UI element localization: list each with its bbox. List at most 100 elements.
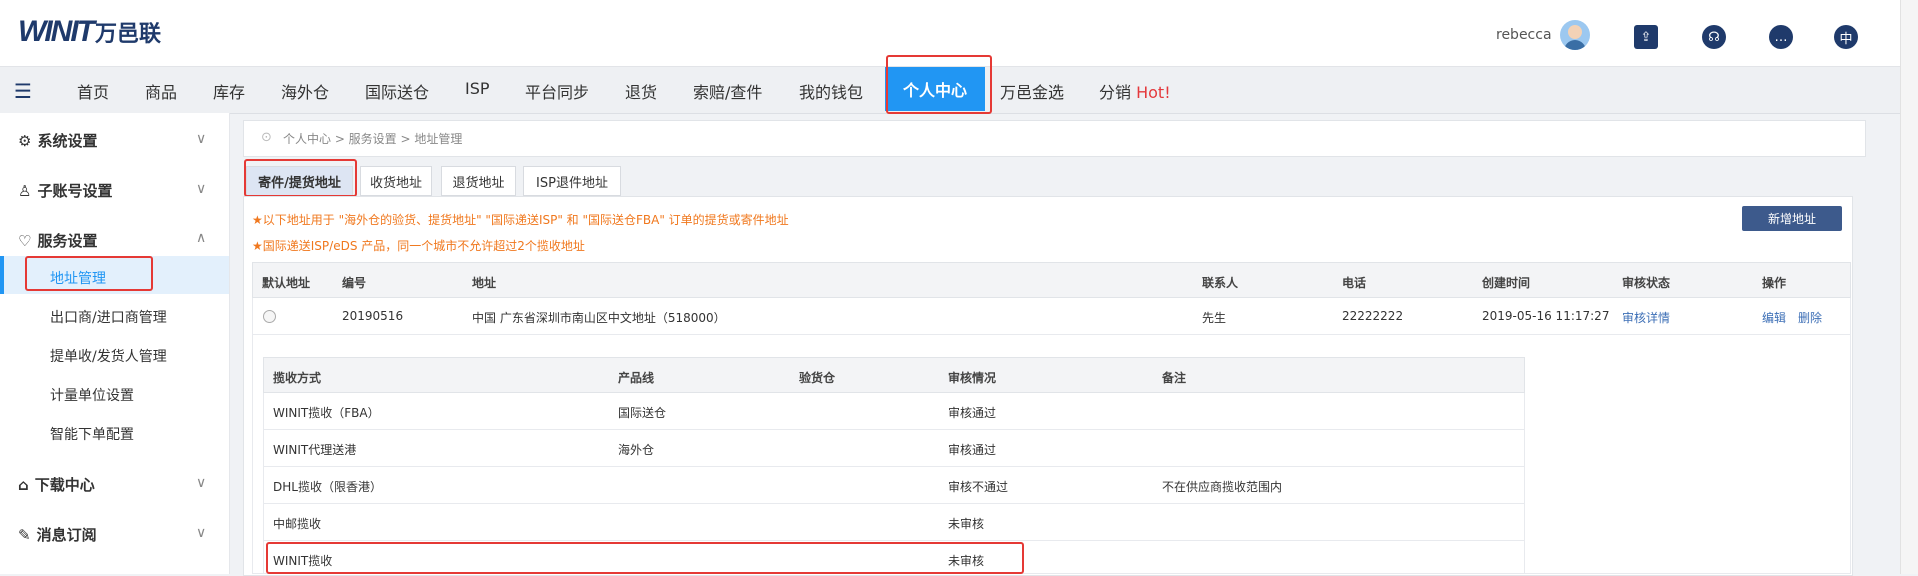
review-status: 审核通过 <box>948 443 997 457</box>
column-header: 默认地址 <box>262 276 311 290</box>
pickup-method: 中邮揽收 <box>273 517 322 531</box>
remark: 不在供应商揽收范围内 <box>1162 480 1283 494</box>
pickup-method: WINIT揽收（FBA） <box>273 406 380 420</box>
address-text: 中国 广东省深圳市南山区中文地址（518000） <box>472 311 726 325</box>
nav-claims[interactable]: 索赔/查件 <box>693 79 762 103</box>
tab-isp-return-address[interactable]: ISP退件地址 <box>523 166 621 196</box>
chevron-down-icon[interactable]: ∨ <box>196 131 206 147</box>
user-name[interactable]: rebecca <box>1496 27 1552 43</box>
logo-mark: WINIT <box>18 15 95 48</box>
column-header: 产品线 <box>618 371 655 385</box>
nav-overseas-warehouse[interactable]: 海外仓 <box>281 79 329 103</box>
chevron-up-icon[interactable]: ∧ <box>196 230 206 246</box>
review-status: 审核不通过 <box>948 480 1009 494</box>
highlight-box-tab <box>244 159 357 197</box>
column-header: 地址 <box>472 276 497 290</box>
column-header: 编号 <box>342 276 367 290</box>
sub-table-row: WINIT代理送港 海外仓 审核通过 <box>263 430 1525 467</box>
nav-inventory[interactable]: 库存 <box>213 79 245 103</box>
pickup-method: WINIT代理送港 <box>273 443 357 457</box>
nav-wallet[interactable]: 我的钱包 <box>799 79 863 103</box>
tab-receiving-address[interactable]: 收货地址 <box>360 166 432 196</box>
avatar[interactable] <box>1560 20 1590 50</box>
chevron-down-icon[interactable]: ∨ <box>196 181 206 197</box>
sidebar-item-smart-order[interactable]: 智能下单配置 <box>50 424 134 444</box>
sub-table-row: 中邮揽收 未审核 <box>263 504 1525 541</box>
column-header: 联系人 <box>1202 276 1239 290</box>
sidebar-group-system-settings[interactable]: ⚙ 系统设置 <box>18 130 97 151</box>
location-pin-icon: ⊙ <box>261 130 272 145</box>
hot-badge: Hot! <box>1136 83 1171 102</box>
column-header: 电话 <box>1342 276 1367 290</box>
sidebar-group-download-center[interactable]: ⌂ 下载中心 <box>18 474 95 495</box>
column-header: 验货仓 <box>799 371 836 385</box>
column-header: 创建时间 <box>1482 276 1531 290</box>
sub-table-header: 揽收方式 产品线 验货仓 审核情况 备注 <box>263 357 1525 393</box>
sidebar-group-label: 下载中心 <box>34 476 95 494</box>
sidebar-group-service-settings[interactable]: ♡ 服务设置 <box>18 230 97 251</box>
download-icon: ⌂ <box>18 475 29 494</box>
user-icon: ♙ <box>18 181 32 200</box>
nav-returns[interactable]: 退货 <box>625 79 657 103</box>
highlight-box-nav <box>886 55 992 114</box>
product-line: 海外仓 <box>618 443 655 457</box>
table-row: 20190516 中国 广东省深圳市南山区中文地址（518000） 先生 222… <box>252 298 1851 335</box>
sidebar-group-label: 消息订阅 <box>36 526 97 544</box>
sidebar-group-label: 系统设置 <box>37 132 98 150</box>
chevron-down-icon[interactable]: ∨ <box>196 475 206 491</box>
column-header: 审核情况 <box>948 371 997 385</box>
sidebar-item-unit-settings[interactable]: 计量单位设置 <box>50 385 134 405</box>
upload-folder-icon[interactable]: ⇪ <box>1634 25 1658 49</box>
nav-products[interactable]: 商品 <box>145 79 177 103</box>
sidebar-group-label: 子账号设置 <box>37 182 113 200</box>
review-details-link[interactable]: 审核详情 <box>1622 309 1670 326</box>
add-address-button[interactable]: 新增地址 <box>1742 206 1842 231</box>
sidebar-item-consignee-consignor[interactable]: 提单收/发货人管理 <box>50 346 167 366</box>
review-status: 审核通过 <box>948 406 997 420</box>
chat-icon[interactable]: … <box>1769 25 1793 49</box>
edit-link[interactable]: 编辑 <box>1762 309 1786 326</box>
gear-icon: ⚙ <box>18 131 32 150</box>
nav-intl-delivery[interactable]: 国际送仓 <box>365 79 429 103</box>
column-header: 操作 <box>1762 276 1787 290</box>
nav-distribution[interactable]: 分销 Hot! <box>1099 79 1171 103</box>
nav-winit-select[interactable]: 万邑金选 <box>1000 79 1064 103</box>
nav-home[interactable]: 首页 <box>77 79 109 103</box>
support-icon[interactable]: ☊ <box>1702 25 1726 49</box>
page-scrollbar[interactable] <box>1900 0 1918 574</box>
breadcrumb-bar <box>243 120 1866 157</box>
column-header: 审核状态 <box>1622 276 1671 290</box>
pickup-method: DHL揽收（限香港） <box>273 480 382 494</box>
table-header: 默认地址 编号 地址 联系人 电话 创建时间 审核状态 操作 <box>252 262 1851 298</box>
phone-number: 22222222 <box>1342 309 1404 323</box>
sub-table-row: DHL揽收（限香港） 审核不通过 不在供应商揽收范围内 <box>263 467 1525 504</box>
sidebar-group-message-subscription[interactable]: ✎ 消息订阅 <box>18 524 97 545</box>
review-status: 未审核 <box>948 517 985 531</box>
nav-isp[interactable]: ISP <box>465 79 490 98</box>
heart-icon: ♡ <box>18 231 32 250</box>
edit-icon: ✎ <box>18 525 31 544</box>
sidebar-group-sub-accounts[interactable]: ♙ 子账号设置 <box>18 180 112 201</box>
chevron-down-icon[interactable]: ∨ <box>196 525 206 541</box>
column-header: 备注 <box>1162 371 1187 385</box>
nav-distribution-label: 分销 <box>1099 83 1132 102</box>
contact-name: 先生 <box>1202 311 1227 325</box>
sidebar-group-label: 服务设置 <box>37 232 98 250</box>
default-address-radio[interactable] <box>263 310 276 323</box>
logo[interactable]: WINIT 万邑联 <box>18 14 161 50</box>
delete-link[interactable]: 删除 <box>1798 309 1822 326</box>
tab-return-address[interactable]: 退货地址 <box>441 166 516 196</box>
highlight-box-row <box>266 542 1024 574</box>
logo-text: 万邑联 <box>94 22 161 47</box>
nav-platform-sync[interactable]: 平台同步 <box>525 79 589 103</box>
notice-text: ★以下地址用于 "海外仓的验货、提货地址" "国际递送ISP" 和 "国际送仓F… <box>252 213 789 227</box>
created-time: 2019-05-16 11:17:27 <box>1482 309 1610 323</box>
highlight-box-sidebar <box>25 256 153 291</box>
breadcrumb: 个人中心 > 服务设置 > 地址管理 <box>283 132 463 146</box>
menu-toggle-icon[interactable]: ☰ <box>14 79 32 103</box>
language-switch[interactable]: 中 <box>1834 25 1858 49</box>
notice-text: ★国际递送ISP/eDS 产品，同一个城市不允许超过2个揽收地址 <box>252 239 585 253</box>
sidebar-item-exporter-importer[interactable]: 出口商/进口商管理 <box>50 307 167 327</box>
address-id: 20190516 <box>342 309 404 323</box>
sub-table-row: WINIT揽收（FBA） 国际送仓 审核通过 <box>263 393 1525 430</box>
